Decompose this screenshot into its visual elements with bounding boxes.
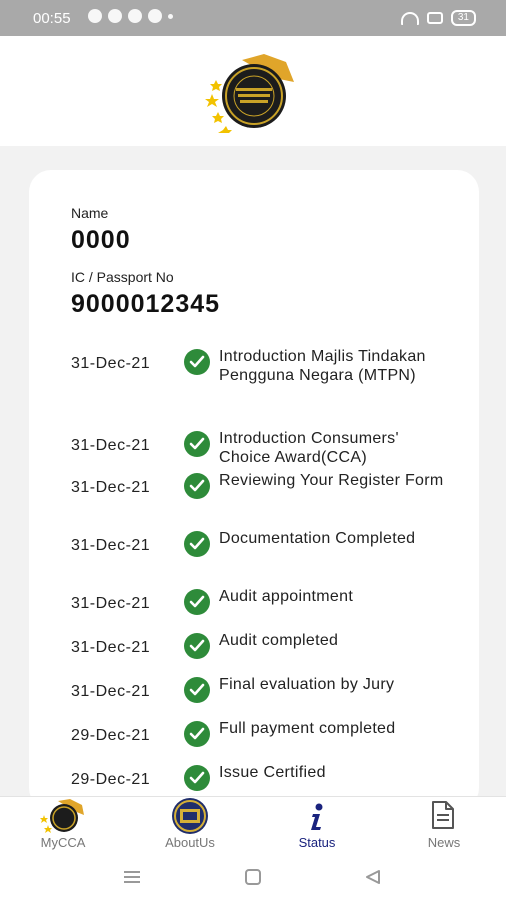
battery-icon: 31 — [450, 10, 476, 26]
timeline-text: Documentation Completed — [219, 530, 416, 547]
check-icon — [184, 633, 210, 659]
check-icon — [184, 677, 210, 703]
check-icon — [184, 349, 210, 375]
nav-aboutus[interactable]: AboutUs — [127, 797, 253, 857]
notification-icons — [88, 9, 173, 23]
check-icon — [184, 765, 210, 791]
nav-mycca[interactable]: MyCCA — [0, 797, 126, 857]
more-notifications-icon — [168, 14, 173, 19]
timeline-text: Issue Certified — [219, 764, 326, 781]
nav-label: AboutUs — [165, 835, 215, 850]
system-status-icons: 31 — [400, 10, 476, 26]
timeline-text: Introduction Consumers' Choice Award(CCA… — [219, 430, 399, 466]
timeline-date: 31-Dec-21 — [71, 595, 151, 612]
timeline-date: 31-Dec-21 — [71, 437, 151, 454]
timeline-date: 29-Dec-21 — [71, 727, 151, 744]
status-time: 00:55 — [33, 10, 71, 27]
cca-logo — [205, 54, 294, 133]
check-icon — [184, 721, 210, 747]
check-icon — [184, 473, 210, 499]
nav-status[interactable]: Status — [254, 797, 380, 857]
name-label: Name — [71, 205, 109, 221]
about-us-emblem-icon — [172, 798, 208, 834]
status-bar: 00:55 31 — [0, 0, 506, 36]
info-icon — [311, 803, 323, 830]
home-icon[interactable] — [244, 869, 262, 885]
ic-label: IC / Passport No — [71, 269, 174, 285]
timeline-date: 31-Dec-21 — [71, 639, 151, 656]
nav-label: Status — [298, 835, 336, 850]
timeline-text: Audit completed — [219, 632, 339, 649]
nav-news[interactable]: News — [381, 797, 506, 857]
back-icon[interactable] — [364, 869, 382, 885]
nav-label: MyCCA — [40, 835, 86, 850]
nav-label: News — [427, 835, 461, 850]
telegram-icon — [108, 9, 122, 23]
document-icon — [432, 801, 454, 829]
check-icon — [184, 589, 210, 615]
message-icon — [88, 9, 102, 23]
check-icon — [184, 431, 210, 457]
sync-icon — [148, 9, 162, 23]
timeline-text: Full payment completed — [219, 720, 396, 737]
timeline-text: Final evaluation by Jury — [219, 676, 395, 693]
timeline-text: Reviewing Your Register Form — [219, 472, 444, 489]
timeline-date: 31-Dec-21 — [71, 683, 151, 700]
timeline-date: 31-Dec-21 — [71, 479, 151, 496]
app-notification-icon — [128, 9, 142, 23]
mycca-logo-icon — [40, 799, 84, 833]
timeline-date: 31-Dec-21 — [71, 355, 151, 372]
timeline-date: 31-Dec-21 — [71, 537, 151, 554]
wifi-icon — [400, 11, 419, 25]
bottom-navigation: MyCCA AboutUs Status News — [0, 796, 506, 857]
timeline-date: 29-Dec-21 — [71, 771, 151, 788]
screen-icon — [426, 12, 443, 24]
timeline-text: Introduction Majlis Tindakan Pengguna Ne… — [219, 348, 426, 384]
ic-value: 9000012345 — [71, 290, 221, 318]
name-value: 0000 — [71, 226, 131, 254]
system-navigation-bar — [0, 856, 506, 900]
timeline-text: Audit appointment — [219, 588, 354, 605]
menu-icon[interactable] — [123, 869, 141, 885]
check-icon — [184, 531, 210, 557]
